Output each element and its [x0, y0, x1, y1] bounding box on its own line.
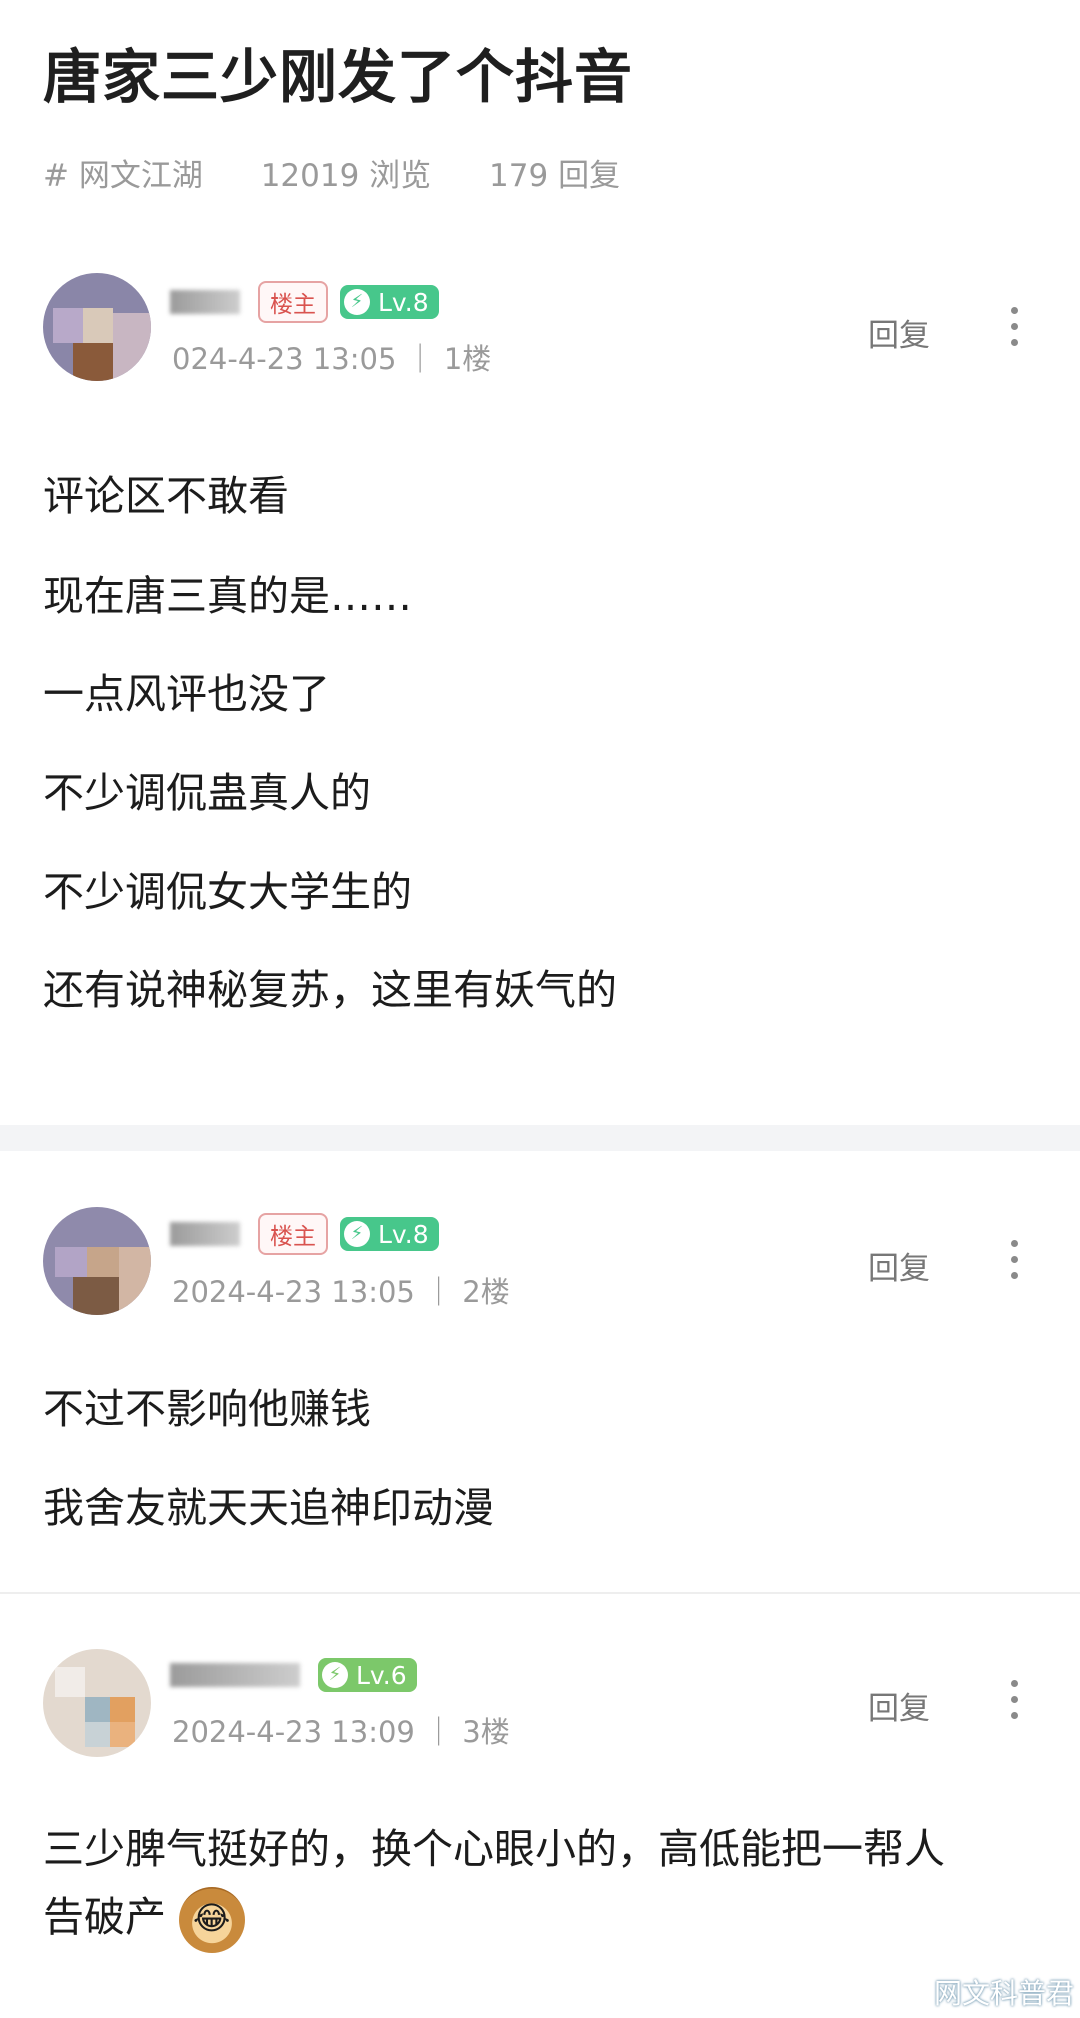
- post-text-line: 一点风评也没了: [43, 670, 330, 718]
- post-text-line-last: 告破产: [43, 1883, 246, 1953]
- thread-title: 唐家三少刚发了个抖音: [43, 43, 634, 111]
- post-text-line: 还有说神秘复苏，这里有妖气的: [43, 966, 617, 1014]
- section-divider: [0, 1125, 1080, 1151]
- post-time: 2024-4-23 13:09 ｜ 3楼: [172, 1715, 510, 1749]
- author-row: 楼主 ⚡ Lv.8: [170, 280, 439, 324]
- more-options-icon[interactable]: [1010, 1240, 1018, 1279]
- post-time: 2024-4-23 13:05 ｜ 2楼: [172, 1275, 510, 1309]
- more-options-icon[interactable]: [1010, 1680, 1018, 1719]
- username-blurred[interactable]: [170, 1663, 300, 1687]
- post-divider: [0, 1592, 1080, 1594]
- level-badge: ⚡ Lv.8: [340, 1217, 439, 1251]
- avatar[interactable]: [43, 1649, 151, 1757]
- bolt-icon: ⚡: [344, 1221, 370, 1247]
- bolt-icon: ⚡: [344, 289, 370, 315]
- monkey-emoji-icon: [179, 1887, 246, 1953]
- watermark: 网文科普君: [933, 1977, 1074, 2010]
- level-text: Lv.8: [378, 1219, 429, 1249]
- post-text-line: 评论区不敢看: [43, 472, 289, 520]
- post-text-line: 现在唐三真的是……: [43, 572, 412, 620]
- op-badge: 楼主: [258, 1213, 328, 1255]
- reply-button[interactable]: 回复: [868, 310, 930, 355]
- author-row: 楼主 ⚡ Lv.8: [170, 1212, 439, 1256]
- level-text: Lv.6: [356, 1660, 407, 1690]
- bolt-icon: ⚡: [322, 1662, 348, 1688]
- avatar[interactable]: [43, 1207, 151, 1315]
- more-options-icon[interactable]: [1010, 307, 1018, 346]
- avatar[interactable]: [43, 273, 151, 381]
- username-blurred[interactable]: [170, 1222, 240, 1246]
- post-text-line: 三少脾气挺好的，换个心眼小的，高低能把一帮人: [43, 1825, 945, 1873]
- post-text-line: 不过不影响他赚钱: [43, 1385, 371, 1433]
- reply-button[interactable]: 回复: [868, 1683, 930, 1728]
- post-text-line: 不少调侃女大学生的: [43, 868, 412, 916]
- thread-meta: # 网文江湖 12019 浏览 179 回复: [43, 150, 668, 195]
- author-row: ⚡ Lv.6: [170, 1653, 417, 1697]
- level-badge: ⚡ Lv.6: [318, 1658, 417, 1692]
- thread-tag[interactable]: # 网文江湖: [43, 158, 203, 194]
- level-badge: ⚡ Lv.8: [340, 285, 439, 319]
- reply-count: 179 回复: [489, 158, 621, 194]
- post-text-line: 我舍友就天天追神印动漫: [43, 1484, 494, 1532]
- post-time: 024-4-23 13:05 ｜ 1楼: [172, 342, 492, 376]
- reply-button[interactable]: 回复: [868, 1243, 930, 1288]
- username-blurred[interactable]: [170, 290, 240, 314]
- view-count: 12019 浏览: [260, 158, 432, 194]
- post-text-line: 不少调侃蛊真人的: [43, 769, 371, 817]
- op-badge: 楼主: [258, 281, 328, 323]
- post-text: 告破产: [43, 1893, 166, 1941]
- level-text: Lv.8: [378, 287, 429, 317]
